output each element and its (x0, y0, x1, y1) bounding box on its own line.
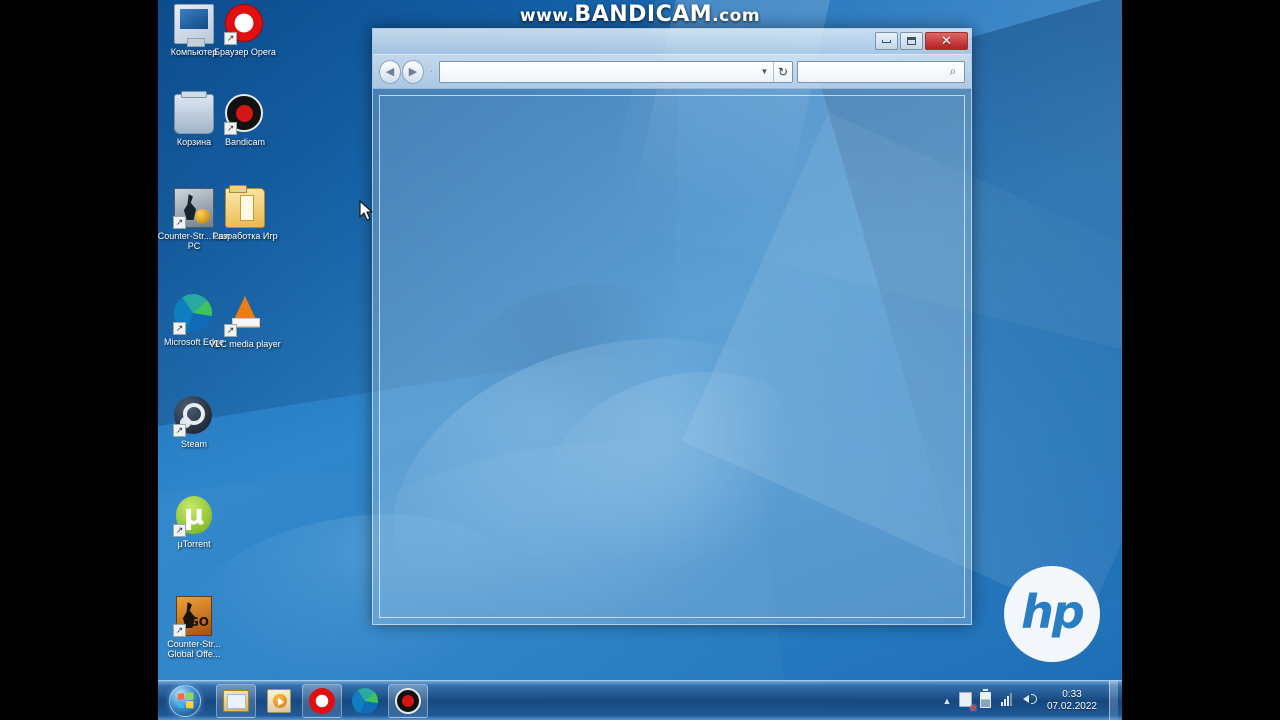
shortcut-arrow-icon: ↗ (224, 324, 237, 337)
bandicam-icon: ↗ (224, 94, 265, 135)
letterbox-right (1122, 0, 1280, 720)
shortcut-arrow-icon: ↗ (224, 122, 237, 135)
csgo-icon: ↗ (173, 596, 214, 637)
system-tray: ▲ 0:33 07.02.2022 (941, 680, 1122, 720)
window-titlebar[interactable]: ✕ (373, 29, 971, 55)
opera-icon (309, 687, 335, 714)
network-icon[interactable] (1000, 692, 1016, 710)
nav-buttons: ◀ ▶ (379, 59, 424, 84)
desktop-icon-label: Steam (180, 439, 207, 449)
show-hidden-icons-icon[interactable]: ▲ (941, 696, 953, 706)
clock-time: 0:33 (1062, 688, 1082, 700)
back-button[interactable]: ◀ (379, 59, 401, 84)
minimize-button[interactable] (875, 32, 898, 50)
desktop-icon-label: Bandicam (224, 137, 266, 147)
volume-icon[interactable] (1022, 692, 1037, 710)
desktop-icon-vlc[interactable]: ↗ VLC media player (208, 294, 282, 349)
close-icon: ✕ (941, 33, 952, 49)
taskbar: ▲ 0:33 07.02.2022 (158, 680, 1122, 720)
forward-button[interactable]: ▶ (402, 59, 424, 84)
hp-logo-icon: hp (1004, 566, 1100, 662)
shortcut-arrow-icon: ↗ (173, 424, 186, 437)
clock[interactable]: 0:33 07.02.2022 (1043, 689, 1103, 713)
desktop-icon-bandicam[interactable]: ↗ Bandicam (208, 94, 282, 147)
taskbar-opera[interactable] (302, 683, 342, 718)
window-content-area[interactable] (379, 95, 965, 618)
address-bar[interactable]: ▼ ↻ (439, 60, 793, 83)
chevron-down-icon[interactable]: ▼ (756, 62, 773, 82)
watermark-brand: BANDICAM (574, 2, 713, 27)
watermark-www: www. (519, 6, 575, 26)
windows-logo-icon (169, 684, 201, 717)
close-button[interactable]: ✕ (925, 32, 968, 50)
taskbar-explorer[interactable] (216, 683, 256, 718)
folder-icon (225, 185, 265, 228)
desktop-icon-steam[interactable]: ↗ Steam (158, 396, 231, 449)
desktop-icon-label: VLC media player (209, 339, 281, 349)
desktop-icon-utorrent[interactable]: ↗ µTorrent (158, 496, 231, 549)
desktop-icon-label: Counter-Str... Global Offe... (167, 639, 221, 659)
desktop[interactable]: hp Компьютер ↗ Браузер Opera Корзина ↗ B… (158, 0, 1122, 720)
screen: hp Компьютер ↗ Браузер Opera Корзина ↗ B… (0, 0, 1280, 720)
window-navigation-bar: ◀ ▶ · ▼ ↻ ⌕ (373, 55, 971, 89)
start-button[interactable] (160, 683, 210, 719)
shortcut-arrow-icon: ↗ (224, 32, 237, 45)
desktop-icon-label: µTorrent (177, 539, 211, 549)
desktop-icon-game-dev-folder[interactable]: Разработка Игр (208, 185, 282, 241)
desktop-icon-label: Браузер Opera (214, 47, 276, 57)
media-player-icon (267, 688, 291, 713)
utorrent-icon: ↗ (173, 496, 214, 537)
desktop-icon-csgo[interactable]: ↗ Counter-Str... Global Offe... (158, 596, 231, 659)
vlc-icon: ↗ (224, 296, 265, 337)
taskbar-edge[interactable] (345, 684, 385, 718)
letterbox-left (0, 0, 158, 720)
show-desktop-button[interactable] (1109, 680, 1118, 720)
action-center-icon[interactable] (958, 691, 974, 710)
taskbar-items (216, 683, 428, 718)
shortcut-arrow-icon: ↗ (173, 624, 186, 637)
shortcut-arrow-icon: ↗ (173, 216, 186, 229)
window-controls: ✕ (875, 32, 968, 50)
bandicam-icon (395, 687, 421, 714)
desktop-icon-label: Разработка Игр (212, 231, 278, 241)
bandicam-watermark: www.BANDICAM.com (0, 2, 1280, 27)
folder-icon (223, 689, 249, 712)
watermark-com: .com (712, 6, 761, 26)
refresh-icon[interactable]: ↻ (773, 61, 792, 82)
taskbar-bandicam[interactable] (388, 683, 428, 718)
shortcut-arrow-icon: ↗ (173, 322, 186, 335)
edge-icon (352, 687, 378, 714)
breadcrumb-separator: · (430, 66, 434, 77)
maximize-button[interactable] (900, 32, 923, 50)
search-icon[interactable]: ⌕ (946, 64, 960, 79)
steam-icon: ↗ (173, 396, 214, 437)
taskbar-windows-media-player[interactable] (259, 684, 299, 718)
search-box[interactable]: ⌕ (797, 60, 965, 83)
explorer-window[interactable]: ✕ ◀ ▶ · ▼ ↻ ⌕ (372, 28, 972, 625)
shortcut-arrow-icon: ↗ (173, 524, 186, 537)
clock-date: 07.02.2022 (1046, 700, 1097, 712)
battery-icon[interactable] (979, 691, 995, 710)
